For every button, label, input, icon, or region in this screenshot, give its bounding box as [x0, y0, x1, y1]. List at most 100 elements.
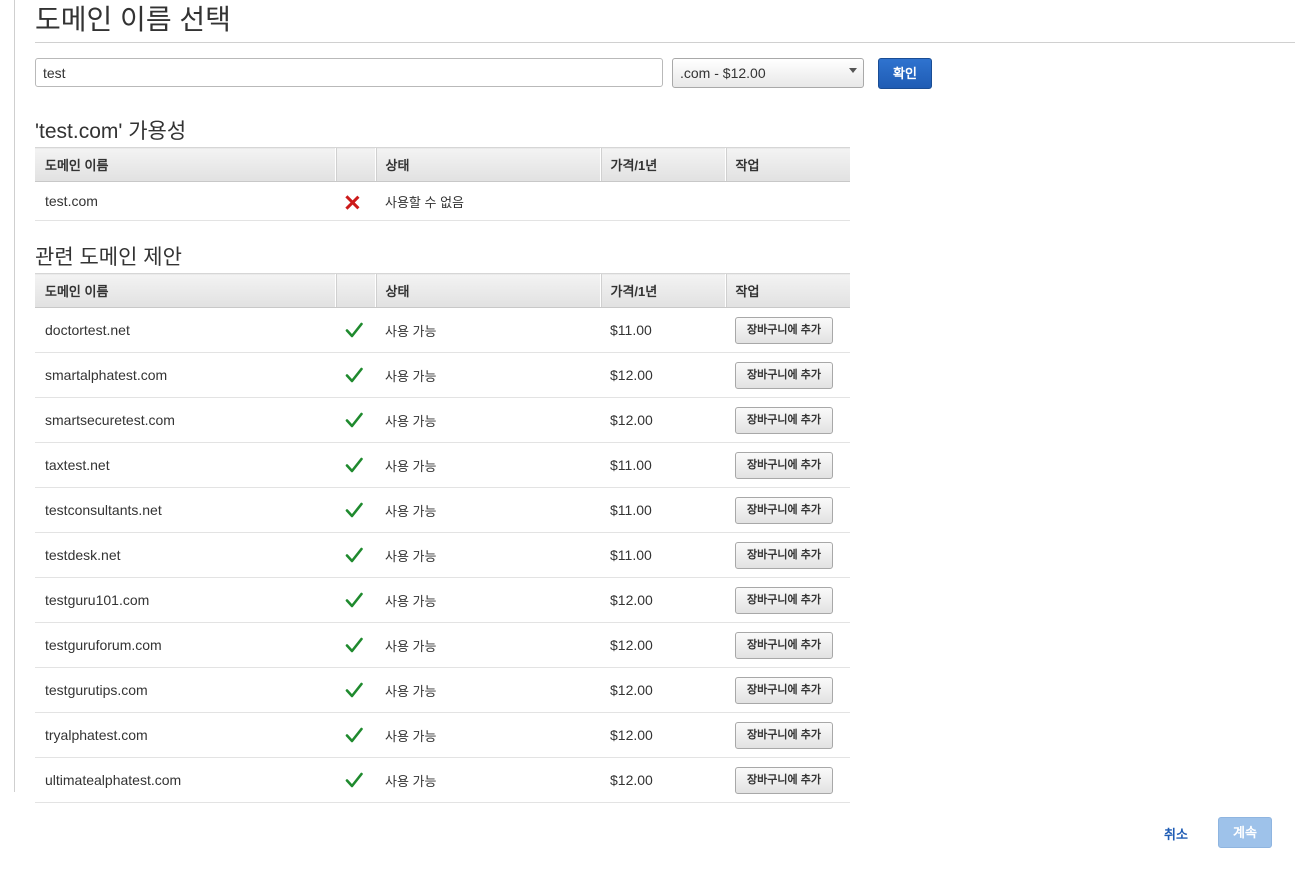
domain-search-input[interactable] — [35, 58, 663, 87]
add-to-cart-button[interactable]: 장바구니에 추가 — [735, 631, 833, 659]
add-to-cart-button[interactable]: 장바구니에 추가 — [735, 721, 833, 749]
action-cell: 장바구니에 추가 — [725, 622, 850, 668]
add-to-cart-button[interactable]: 장바구니에 추가 — [735, 676, 833, 704]
continue-button[interactable]: 계속 — [1218, 817, 1272, 848]
col-action: 작업 — [724, 147, 850, 182]
col-status-icon — [334, 147, 375, 182]
status-icon-cell — [335, 181, 375, 221]
add-to-cart-button[interactable]: 장바구니에 추가 — [735, 586, 833, 614]
status-icon-cell — [335, 667, 375, 713]
col-domain-name[interactable]: 도메인 이름 — [35, 147, 335, 182]
price: $12.00 — [600, 352, 725, 398]
domain-name: smartsecuretest.com — [35, 397, 335, 443]
add-to-cart-button[interactable]: 장바구니에 추가 — [735, 361, 833, 389]
table-row: testguruforum.com 사용 가능 $12.00 장바구니에 추가 — [35, 622, 850, 668]
add-to-cart-button[interactable]: 장바구니에 추가 — [735, 541, 833, 569]
availability-table: 도메인 이름 상태 가격/1년 작업 test.com 사용할 수 없음 — [35, 147, 850, 221]
table-row: test.com 사용할 수 없음 — [35, 181, 850, 221]
check-icon — [345, 592, 363, 608]
status-icon-cell — [335, 712, 375, 758]
action-cell: 장바구니에 추가 — [725, 442, 850, 488]
action-cell: 장바구니에 추가 — [725, 712, 850, 758]
tld-select[interactable]: .com - $12.00 — [672, 58, 864, 88]
status-text: 사용 가능 — [375, 397, 600, 443]
domain-name: testgurutips.com — [35, 667, 335, 713]
status-text: 사용 가능 — [375, 622, 600, 668]
status-text: 사용 가능 — [375, 667, 600, 713]
table-row: testconsultants.net 사용 가능 $11.00 장바구니에 추가 — [35, 487, 850, 533]
price: $12.00 — [600, 577, 725, 623]
col-status-icon — [334, 273, 375, 308]
action-cell: 장바구니에 추가 — [725, 352, 850, 398]
domain-name: ultimatealphatest.com — [35, 757, 335, 803]
price — [600, 181, 725, 221]
check-icon — [345, 367, 363, 383]
check-icon — [345, 457, 363, 473]
table-row: taxtest.net 사용 가능 $11.00 장바구니에 추가 — [35, 442, 850, 488]
check-icon — [345, 502, 363, 518]
chevron-down-icon — [849, 68, 857, 73]
col-status[interactable]: 상태 — [374, 273, 600, 308]
status-text: 사용 가능 — [375, 577, 600, 623]
status-text: 사용 가능 — [375, 352, 600, 398]
suggestions-table: 도메인 이름 상태 가격/1년 작업 doctortest.net 사용 가능 $1… — [35, 273, 850, 803]
status-icon-cell — [335, 577, 375, 623]
check-icon — [345, 727, 363, 743]
status-icon-cell — [335, 352, 375, 398]
status-icon-cell — [335, 487, 375, 533]
add-to-cart-button[interactable]: 장바구니에 추가 — [735, 451, 833, 479]
col-price[interactable]: 가격/1년 — [599, 147, 725, 182]
table-row: doctortest.net 사용 가능 $11.00 장바구니에 추가 — [35, 307, 850, 353]
availability-header-row: 도메인 이름 상태 가격/1년 작업 — [35, 147, 850, 182]
add-to-cart-button[interactable]: 장바구니에 추가 — [735, 316, 833, 344]
check-icon — [345, 412, 363, 428]
domain-name: testconsultants.net — [35, 487, 335, 533]
action-cell: 장바구니에 추가 — [725, 667, 850, 713]
status-text: 사용 가능 — [375, 712, 600, 758]
price: $11.00 — [600, 307, 725, 353]
status-text: 사용 가능 — [375, 532, 600, 578]
tld-select-value: .com - $12.00 — [680, 65, 766, 81]
price: $12.00 — [600, 712, 725, 758]
domain-name: doctortest.net — [35, 307, 335, 353]
domain-name: tryalphatest.com — [35, 712, 335, 758]
availability-title: 'test.com' 가용성 — [35, 120, 187, 143]
status-icon-cell — [335, 397, 375, 443]
domain-name: test.com — [35, 181, 335, 221]
suggestions-title: 관련 도메인 제안 — [35, 246, 182, 269]
status-text: 사용 가능 — [375, 442, 600, 488]
action-cell: 장바구니에 추가 — [725, 307, 850, 353]
table-row: smartsecuretest.com 사용 가능 $12.00 장바구니에 추가 — [35, 397, 850, 443]
table-row: ultimatealphatest.com 사용 가능 $12.00 장바구니에 추가 — [35, 757, 850, 803]
price: $12.00 — [600, 667, 725, 713]
price: $11.00 — [600, 487, 725, 533]
add-to-cart-button[interactable]: 장바구니에 추가 — [735, 766, 833, 794]
action-cell — [725, 181, 850, 221]
action-cell: 장바구니에 추가 — [725, 757, 850, 803]
status-icon-cell — [335, 307, 375, 353]
check-icon — [345, 682, 363, 698]
price: $12.00 — [600, 757, 725, 803]
domain-name: taxtest.net — [35, 442, 335, 488]
col-status[interactable]: 상태 — [374, 147, 600, 182]
status-text: 사용할 수 없음 — [375, 181, 600, 221]
table-row: testguru101.com 사용 가능 $12.00 장바구니에 추가 — [35, 577, 850, 623]
action-cell: 장바구니에 추가 — [725, 577, 850, 623]
confirm-button[interactable]: 확인 — [878, 58, 932, 89]
status-text: 사용 가능 — [375, 757, 600, 803]
suggestions-body: doctortest.net 사용 가능 $11.00 장바구니에 추가 smartal… — [35, 307, 850, 803]
price: $11.00 — [600, 532, 725, 578]
table-row: smartalphatest.com 사용 가능 $12.00 장바구니에 추가 — [35, 352, 850, 398]
check-icon — [345, 547, 363, 563]
col-price[interactable]: 가격/1년 — [599, 273, 725, 308]
add-to-cart-button[interactable]: 장바구니에 추가 — [735, 406, 833, 434]
price: $11.00 — [600, 442, 725, 488]
status-icon-cell — [335, 532, 375, 578]
left-border-rule — [14, 0, 15, 792]
add-to-cart-button[interactable]: 장바구니에 추가 — [735, 496, 833, 524]
col-action: 작업 — [724, 273, 850, 308]
price: $12.00 — [600, 622, 725, 668]
col-domain-name[interactable]: 도메인 이름 — [35, 273, 335, 308]
status-icon-cell — [335, 442, 375, 488]
cancel-link[interactable]: 취소 — [1164, 824, 1188, 843]
